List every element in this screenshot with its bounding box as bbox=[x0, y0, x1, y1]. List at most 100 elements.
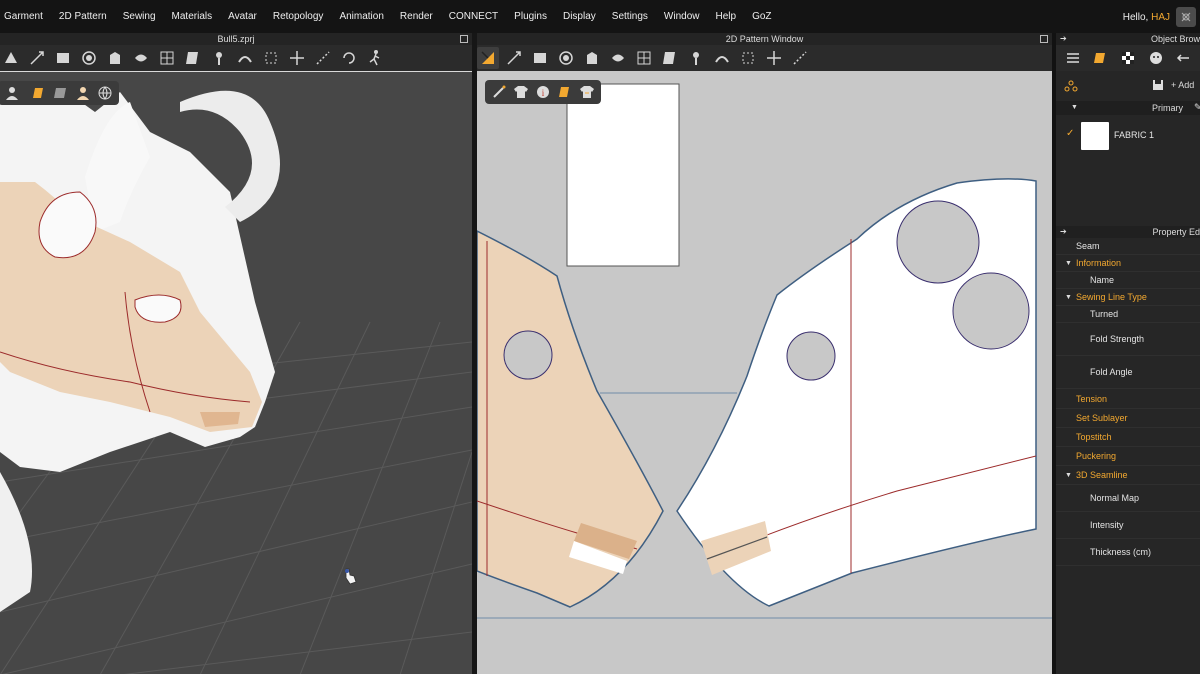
wand-icon[interactable] bbox=[489, 82, 509, 102]
steam-icon[interactable] bbox=[234, 47, 256, 69]
menu-item-window[interactable]: Window bbox=[664, 11, 700, 22]
select-mesh-icon[interactable] bbox=[0, 47, 22, 69]
select-icon[interactable] bbox=[260, 47, 282, 69]
menu-item-settings[interactable]: Settings bbox=[612, 11, 648, 22]
save-icon[interactable] bbox=[1152, 79, 1164, 91]
measure-icon[interactable] bbox=[312, 47, 334, 69]
greeting-text: Hello, bbox=[1122, 12, 1149, 23]
fold-icon[interactable] bbox=[182, 47, 204, 69]
prop-thickness: Thickness (cm) bbox=[1056, 539, 1200, 566]
right-panels: ➔ Object Brow + Add ▼ Primary ✎ ✓ FABRIC… bbox=[1056, 33, 1200, 674]
trace-icon[interactable] bbox=[607, 47, 629, 69]
2d-pattern-canvas[interactable] bbox=[477, 71, 1052, 674]
object-browser-list-space bbox=[1056, 151, 1200, 226]
settings-grid-icon[interactable] bbox=[1176, 7, 1196, 27]
prop-set-sublayer[interactable]: Set Sublayer bbox=[1056, 409, 1200, 428]
edit-pattern-icon[interactable] bbox=[52, 47, 74, 69]
menu-item-display[interactable]: Display bbox=[563, 11, 596, 22]
fabric-display-icon[interactable] bbox=[29, 83, 49, 103]
measure-ruler-icon[interactable] bbox=[789, 47, 811, 69]
expand-icon[interactable]: ▼ bbox=[1065, 466, 1072, 485]
left-pattern-piece bbox=[477, 230, 664, 608]
prop-3d-seamline[interactable]: ▼ 3D Seamline bbox=[1056, 466, 1200, 485]
prop-topstitch[interactable]: Topstitch bbox=[1056, 428, 1200, 447]
maximize-icon[interactable] bbox=[1040, 35, 1048, 43]
checker-icon[interactable] bbox=[1117, 47, 1139, 69]
menu-item-animation[interactable]: Animation bbox=[339, 11, 383, 22]
shirt-texture-icon[interactable] bbox=[577, 82, 597, 102]
transform-pattern-icon[interactable] bbox=[477, 47, 499, 69]
internal-shape-icon[interactable] bbox=[581, 47, 603, 69]
grid-icon[interactable] bbox=[156, 47, 178, 69]
circle-icon[interactable] bbox=[555, 47, 577, 69]
pin-icon[interactable]: ➔ bbox=[1060, 226, 1067, 238]
username[interactable]: HAJ bbox=[1151, 12, 1170, 23]
prop-sewing-line-type[interactable]: ▼ Sewing Line Type bbox=[1056, 289, 1200, 306]
pin-icon[interactable]: ➔ bbox=[1060, 33, 1067, 45]
avatar-icon[interactable] bbox=[78, 47, 100, 69]
rectangle-icon[interactable] bbox=[529, 47, 551, 69]
grid-pattern-icon[interactable] bbox=[633, 47, 655, 69]
menu-item-render[interactable]: Render bbox=[400, 11, 433, 22]
segment-icon[interactable] bbox=[737, 47, 759, 69]
rotate-icon[interactable] bbox=[338, 47, 360, 69]
object-browser-tabs bbox=[1056, 45, 1200, 71]
prop-information-label: Information bbox=[1076, 258, 1122, 268]
menu-item-garment[interactable]: Garment bbox=[4, 11, 43, 22]
pattern-window[interactable]: i bbox=[477, 71, 1052, 674]
fabric-color-icon[interactable] bbox=[555, 82, 575, 102]
menu-item-goz[interactable]: GoZ bbox=[752, 11, 771, 22]
arrow-left-icon[interactable] bbox=[1172, 47, 1194, 69]
brush-icon[interactable] bbox=[711, 47, 733, 69]
collapse-icon[interactable]: ▼ bbox=[1071, 104, 1078, 111]
fabric-swatch[interactable] bbox=[1081, 122, 1109, 150]
fabric-tab-icon[interactable] bbox=[1090, 47, 1112, 69]
avatar-display-icon[interactable] bbox=[2, 83, 22, 103]
expand-icon[interactable]: ▼ bbox=[1065, 255, 1072, 272]
menu-item-2d-pattern[interactable]: 2D Pattern bbox=[59, 11, 107, 22]
prop-sewing-line-type-label: Sewing Line Type bbox=[1076, 292, 1147, 302]
shirt-icon[interactable] bbox=[685, 47, 707, 69]
prop-puckering[interactable]: Puckering bbox=[1056, 447, 1200, 466]
avatar-texture-icon[interactable] bbox=[73, 83, 93, 103]
menu-item-avatar[interactable]: Avatar bbox=[228, 11, 257, 22]
3d-scene[interactable] bbox=[0, 72, 472, 674]
menu-item-sewing[interactable]: Sewing bbox=[123, 11, 156, 22]
list-icon[interactable] bbox=[1062, 47, 1084, 69]
add-button[interactable]: + Add bbox=[1171, 80, 1194, 90]
free-sew-icon[interactable] bbox=[763, 47, 785, 69]
menu-item-connect[interactable]: CONNECT bbox=[449, 11, 498, 22]
menu-item-plugins[interactable]: Plugins bbox=[514, 11, 547, 22]
button-icon[interactable] bbox=[1145, 47, 1167, 69]
edit-icon[interactable]: ✎ bbox=[1194, 102, 1200, 113]
fabric-list-item[interactable]: ✓ FABRIC 1 bbox=[1056, 119, 1200, 151]
check-icon: ✓ bbox=[1066, 128, 1075, 139]
prop-tension[interactable]: Tension bbox=[1056, 389, 1200, 409]
tack-icon[interactable] bbox=[130, 47, 152, 69]
move-icon[interactable] bbox=[286, 47, 308, 69]
pin-icon[interactable] bbox=[208, 47, 230, 69]
maximize-icon[interactable] bbox=[460, 35, 468, 43]
object-browser-title: Object Brow bbox=[1150, 34, 1200, 44]
info-icon[interactable]: i bbox=[533, 82, 553, 102]
texture-display-icon[interactable] bbox=[51, 83, 71, 103]
prop-information[interactable]: ▼ Information bbox=[1056, 255, 1200, 272]
viewport-3d[interactable] bbox=[0, 71, 472, 674]
shirt-display-icon[interactable] bbox=[511, 82, 531, 102]
environment-globe-icon[interactable] bbox=[95, 83, 115, 103]
walk-icon[interactable] bbox=[364, 47, 386, 69]
right-pattern-piece bbox=[676, 178, 1037, 607]
hand-cursor-icon bbox=[345, 568, 357, 585]
sew-icon[interactable] bbox=[659, 47, 681, 69]
transform-icon[interactable] bbox=[26, 47, 48, 69]
garment-icon[interactable] bbox=[104, 47, 126, 69]
pattern-window-header: 2D Pattern Window bbox=[477, 33, 1052, 45]
edit-curve-icon[interactable] bbox=[503, 47, 525, 69]
menu-item-help[interactable]: Help bbox=[716, 11, 737, 22]
expand-icon[interactable]: ▼ bbox=[1065, 289, 1072, 306]
menu-item-materials[interactable]: Materials bbox=[172, 11, 213, 22]
hierarchy-icon[interactable] bbox=[1064, 79, 1078, 93]
menu-item-retopology[interactable]: Retopology bbox=[273, 11, 324, 22]
menu-bar: Garment 2D Pattern Sewing Materials Avatar Re… bbox=[0, 0, 1200, 33]
primary-group[interactable]: ▼ Primary ✎ bbox=[1056, 101, 1200, 115]
